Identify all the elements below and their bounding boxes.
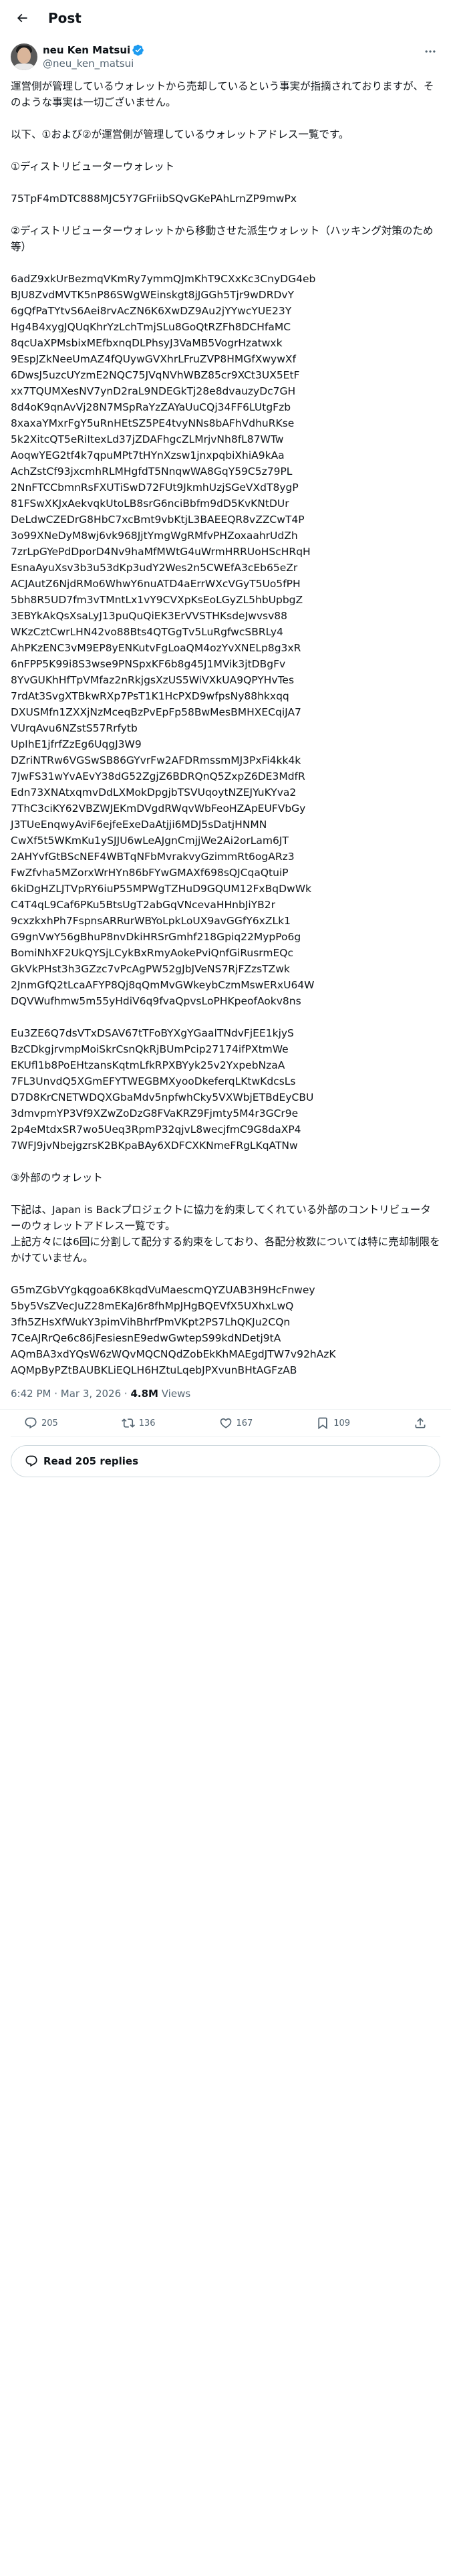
author-row: neu Ken Matsui @neu_ken_matsui (0, 35, 451, 70)
bookmark-button[interactable]: 109 (316, 1416, 350, 1430)
post-time[interactable]: 6:42 PM (11, 1388, 51, 1400)
like-count: 167 (236, 1418, 253, 1428)
read-replies-label: Read 205 replies (43, 1455, 139, 1467)
post-text: 運営側が管理しているウォレットから売却しているという事実が指摘されておりますが、… (11, 80, 440, 1376)
repost-count: 136 (138, 1418, 156, 1428)
author-meta: neu Ken Matsui @neu_ken_matsui (43, 43, 144, 70)
like-button[interactable]: 167 (219, 1416, 253, 1430)
chat-bubble-icon (25, 1455, 37, 1467)
avatar-face (17, 47, 31, 64)
views-label: Views (161, 1388, 191, 1400)
share-button[interactable] (414, 1416, 427, 1430)
more-options-button[interactable] (420, 45, 440, 58)
action-bar: 205 136 167 109 (11, 1410, 440, 1437)
author-handle[interactable]: @neu_ken_matsui (43, 57, 144, 70)
reply-icon (25, 1417, 37, 1429)
verified-badge-icon (132, 44, 144, 56)
page-title: Post (48, 9, 82, 26)
post-date[interactable]: Mar 3, 2026 (61, 1388, 121, 1400)
reply-button[interactable]: 205 (24, 1416, 58, 1430)
back-arrow-icon (17, 13, 27, 22)
avatar[interactable] (11, 43, 37, 70)
repost-button[interactable]: 136 (121, 1416, 156, 1430)
top-bar: Post (0, 0, 451, 35)
share-icon (415, 1418, 426, 1428)
more-dots-icon (425, 50, 436, 53)
author-name-line[interactable]: neu Ken Matsui (43, 43, 144, 57)
heart-icon (220, 1418, 231, 1428)
reply-count: 205 (41, 1418, 58, 1428)
bookmark-icon (318, 1417, 327, 1430)
bookmark-count: 109 (333, 1418, 351, 1428)
views-count: 4.8M (130, 1388, 158, 1400)
back-button[interactable] (11, 7, 33, 29)
author-name[interactable]: neu Ken Matsui (43, 43, 130, 57)
read-replies-button[interactable]: Read 205 replies (11, 1445, 440, 1477)
meta-separator-2: · (124, 1388, 128, 1400)
meta-separator: · (54, 1388, 58, 1400)
post-meta: 6:42 PM · Mar 3, 2026 · 4.8M Views (0, 1378, 451, 1410)
avatar-shirt (12, 64, 36, 70)
repost-icon (121, 1418, 135, 1428)
